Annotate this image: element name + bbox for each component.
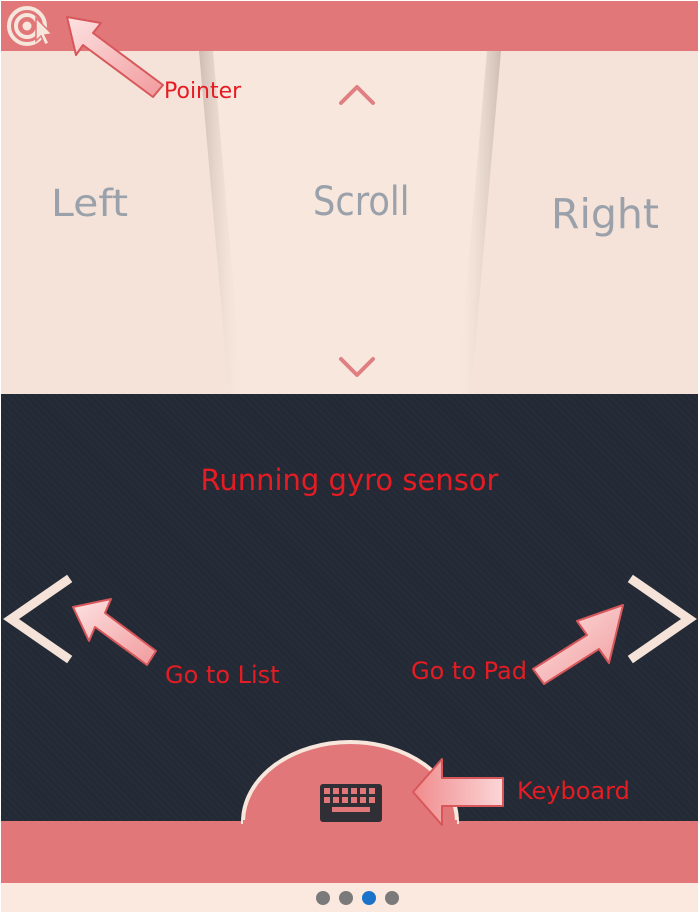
page-indicator <box>1 883 698 912</box>
page-dot-4[interactable] <box>385 891 399 905</box>
page-dot-3-active[interactable] <box>362 891 376 905</box>
pointer-annotation: Pointer <box>164 79 242 104</box>
gyro-status-message: Running gyro sensor <box>200 463 499 497</box>
left-button-label[interactable]: Left <box>51 181 128 225</box>
page-dot-1[interactable] <box>316 891 330 905</box>
pointer-callout-arrow <box>66 16 164 98</box>
scroll-label[interactable]: Scroll <box>313 179 409 225</box>
go-to-list-annotation: Go to List <box>165 661 280 689</box>
remote-mouse-screen: Left Scroll Right Pointer Running gyro s… <box>1 1 698 912</box>
keyboard-annotation: Keyboard <box>517 777 630 805</box>
go-to-pad-annotation: Go to Pad <box>411 657 527 685</box>
page-dot-2[interactable] <box>339 891 353 905</box>
bottom-bar <box>1 821 698 883</box>
right-button-label[interactable]: Right <box>551 190 659 238</box>
